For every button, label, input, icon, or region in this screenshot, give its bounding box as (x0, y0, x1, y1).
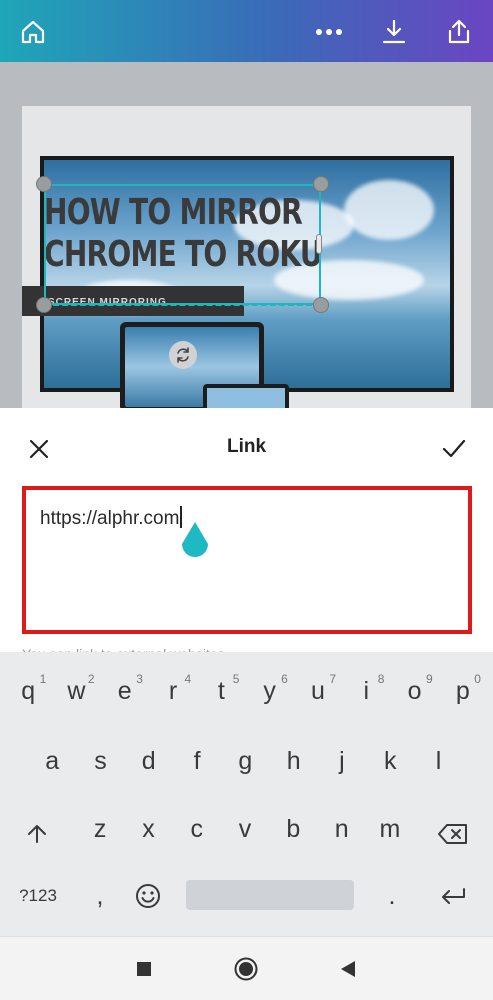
key-z-label: z (93, 814, 107, 843)
link-sheet: Link https://alphr.com (0, 408, 493, 654)
emoji-icon[interactable] (128, 874, 168, 918)
key-y[interactable]: y6 (246, 666, 294, 716)
link-input-value: https://alphr.com (40, 508, 180, 529)
key-u-label: u (310, 676, 325, 705)
enter-icon[interactable] (430, 874, 476, 918)
key-q-label: q (21, 676, 36, 705)
key-d[interactable]: d (125, 736, 173, 786)
key-w[interactable]: w2 (52, 666, 100, 716)
key-y-hint: 6 (281, 672, 288, 686)
key-j[interactable]: j (318, 736, 366, 786)
home-circle-icon[interactable] (234, 957, 258, 981)
key-h[interactable]: h (270, 736, 318, 786)
key-q-hint: 1 (39, 672, 47, 686)
back-triangle-icon[interactable] (336, 957, 360, 981)
key-u-hint: 7 (329, 672, 337, 686)
space-key[interactable] (186, 880, 354, 910)
key-t-label: t (217, 676, 225, 705)
key-n-label: n (334, 814, 349, 843)
key-p-hint: 0 (474, 672, 481, 686)
key-x-label: x (142, 814, 155, 843)
key-e[interactable]: e3 (101, 666, 149, 716)
key-x[interactable]: x (124, 804, 172, 854)
key-p-label: p (455, 676, 470, 705)
shift-arrow-icon[interactable] (12, 812, 62, 856)
sheet-title: Link (226, 436, 267, 457)
share-icon[interactable] (439, 12, 479, 52)
key-k[interactable]: k (366, 736, 414, 786)
symbols-key[interactable]: ?123 (8, 874, 68, 918)
key-c[interactable]: c (173, 804, 221, 854)
key-m-label: m (379, 814, 401, 843)
resize-handle-right[interactable] (316, 234, 322, 254)
key-a-label: a (45, 746, 60, 775)
key-o[interactable]: o9 (390, 666, 438, 716)
key-o-hint: 9 (426, 672, 433, 686)
link-input-value-wrap: https://alphr.com (40, 506, 183, 530)
key-g[interactable]: g (221, 736, 269, 786)
key-r-label: r (168, 676, 178, 705)
key-j-label: j (339, 746, 345, 775)
key-r-hint: 4 (184, 672, 192, 686)
home-icon[interactable] (13, 12, 53, 52)
key-s[interactable]: s (76, 736, 124, 786)
key-w-label: w (67, 676, 86, 705)
key-k-label: k (383, 746, 397, 775)
key-v[interactable]: v (221, 804, 269, 854)
key-b[interactable]: b (269, 804, 317, 854)
key-s-label: s (94, 746, 107, 775)
key-c-label: c (190, 814, 203, 843)
key-m[interactable]: m (366, 804, 414, 854)
key-o-label: o (407, 676, 422, 705)
key-q[interactable]: q1 (4, 666, 52, 716)
key-t-hint: 5 (232, 672, 240, 686)
link-input[interactable]: https://alphr.com (22, 486, 472, 634)
key-i-label: i (363, 676, 370, 705)
key-l-label: l (435, 746, 442, 775)
key-i[interactable]: i8 (342, 666, 390, 716)
key-u[interactable]: u7 (294, 666, 342, 716)
key-f-label: f (193, 746, 201, 775)
key-v-label: v (238, 814, 252, 843)
key-z[interactable]: z (76, 804, 124, 854)
key-w-hint: 2 (87, 672, 95, 686)
system-nav-bar (0, 936, 493, 1000)
backspace-icon[interactable] (426, 812, 480, 856)
cursor-handle-icon[interactable] (180, 520, 210, 560)
key-p[interactable]: p0 (439, 666, 487, 716)
period-key[interactable]: . (378, 874, 406, 918)
key-n[interactable]: n (318, 804, 366, 854)
rotate-icon[interactable] (169, 341, 197, 369)
resize-handle-bottom-right[interactable] (313, 297, 329, 313)
selection-box[interactable] (44, 184, 321, 305)
top-app-bar (0, 0, 493, 62)
key-t[interactable]: t5 (197, 666, 245, 716)
selection-dashed-edge (44, 303, 321, 306)
resize-handle-top-left[interactable] (36, 176, 52, 192)
key-y-label: y (263, 676, 276, 705)
more-horizontal-icon[interactable] (309, 12, 349, 52)
recents-square-icon[interactable] (132, 957, 156, 981)
key-r[interactable]: r4 (149, 666, 197, 716)
comma-key[interactable]: , (86, 874, 114, 918)
key-g-label: g (238, 746, 253, 775)
resize-handle-top-right[interactable] (313, 176, 329, 192)
download-icon[interactable] (374, 12, 414, 52)
key-i-hint: 8 (377, 672, 385, 686)
keyboard: ?123 , . q1w2e3r4t5y6u7i8o9p0asdfghjklzx… (0, 652, 493, 936)
key-b-label: b (286, 814, 301, 843)
key-e-hint: 3 (136, 672, 143, 686)
check-icon[interactable] (436, 432, 472, 466)
key-l[interactable]: l (414, 736, 462, 786)
resize-handle-bottom-left[interactable] (36, 297, 52, 313)
key-f[interactable]: f (173, 736, 221, 786)
key-e-label: e (117, 676, 132, 705)
key-h-label: h (286, 746, 301, 775)
key-d-label: d (141, 746, 156, 775)
key-a[interactable]: a (28, 736, 76, 786)
